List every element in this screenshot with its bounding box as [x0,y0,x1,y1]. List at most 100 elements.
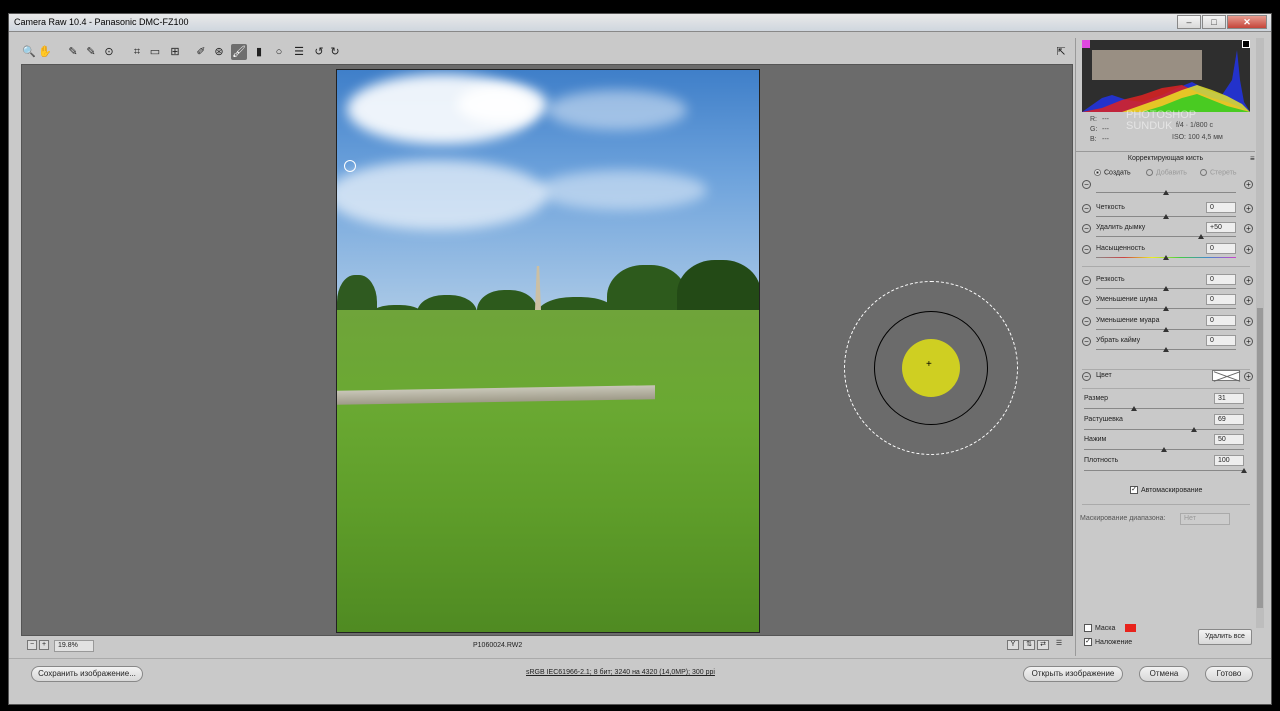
color-minus-icon[interactable]: − [1082,372,1091,381]
save-image-button[interactable]: Сохранить изображение... [31,666,143,682]
zoom-tool-icon[interactable]: 🔍 [21,44,37,60]
slider-value-input[interactable]: 0 [1206,202,1236,213]
slider-thumb[interactable] [1163,286,1169,291]
brush-slider-thumb[interactable] [1130,406,1137,411]
brush-slider-track[interactable] [1084,408,1244,409]
delete-all-button[interactable]: Удалить все [1198,629,1252,645]
mask-checkbox[interactable]: Маска [1084,624,1137,632]
workflow-options-link[interactable]: sRGB IEC61966-2.1; 8 бит; 3240 на 4320 (… [526,669,715,676]
done-button[interactable]: Готово [1205,666,1253,682]
slider-thumb[interactable] [1198,234,1204,239]
slider-thumb[interactable] [1163,255,1169,260]
white-balance-tool-icon[interactable]: ✎ [65,44,81,60]
mode-add-radio[interactable]: Добавить [1146,169,1187,176]
slider-thumb[interactable] [1163,327,1169,332]
brush-slider-track[interactable] [1084,470,1244,471]
slider-thumb[interactable] [1163,347,1169,352]
zoom-in-button[interactable]: + [39,640,49,650]
transform-tool-icon[interactable]: ⊞ [167,44,183,60]
brush-value-input[interactable]: 69 [1214,414,1244,425]
color-sampler-tool-icon[interactable]: ✎ [83,44,99,60]
slider-track[interactable] [1096,236,1236,237]
automask-checkbox[interactable]: ✓ Автомаскирование [1130,486,1202,494]
red-eye-tool-icon[interactable]: ⊛ [211,44,227,60]
graduated-filter-tool-icon[interactable]: ▮ [251,44,267,60]
increase-icon[interactable]: + [1244,204,1253,213]
slider-thumb[interactable] [1163,306,1169,311]
brush-slider-row: Растушевка 69 [1084,414,1250,434]
slider-thumb[interactable] [1163,190,1169,195]
cancel-button[interactable]: Отмена [1139,666,1189,682]
decrease-icon[interactable]: − [1082,180,1091,189]
title-bar: Camera Raw 10.4 - Panasonic DMC-FZ100 – … [9,14,1271,32]
slider-value-input[interactable]: 0 [1206,243,1236,254]
brush-slider-thumb[interactable] [1241,468,1247,473]
radial-filter-tool-icon[interactable]: ○ [271,44,287,60]
color-swatch[interactable] [1212,370,1240,381]
panel-scroll-thumb[interactable] [1257,308,1263,608]
decrease-icon[interactable]: − [1082,224,1091,233]
minimize-button[interactable]: – [1177,15,1201,29]
open-preferences-icon[interactable]: ⇱ [1053,44,1069,60]
highlight-clip-icon[interactable] [1242,40,1250,48]
maximize-button[interactable]: □ [1202,15,1226,29]
overlay-checkbox[interactable]: ✓ Наложение [1084,638,1132,646]
increase-icon[interactable]: + [1244,224,1253,233]
slider-label: Уменьшение муара [1096,317,1160,324]
slider-value-input[interactable]: 0 [1206,294,1236,305]
increase-icon[interactable]: + [1244,276,1253,285]
slider-value-input[interactable]: +50 [1206,222,1236,233]
slider-value-input[interactable]: 0 [1206,335,1236,346]
range-mask-select[interactable]: Нет [1180,513,1230,525]
decrease-icon[interactable]: − [1082,204,1091,213]
color-row: − Цвет + [1082,370,1253,390]
preview-settings-icon[interactable]: ☰ [1053,640,1065,650]
crop-tool-icon[interactable]: ⌗ [129,44,145,60]
zoom-level-select[interactable]: 19.8% [54,640,94,652]
increase-icon[interactable]: + [1244,180,1253,189]
increase-icon[interactable]: + [1244,317,1253,326]
close-button[interactable]: ✕ [1227,15,1267,29]
target-adjustment-tool-icon[interactable]: ⊙ [101,44,117,60]
mode-erase-radio[interactable]: Стереть [1200,169,1236,176]
decrease-icon[interactable]: − [1082,317,1091,326]
straighten-tool-icon[interactable]: ▭ [147,44,163,60]
rotate-left-tool-icon[interactable]: ↺ [311,44,327,60]
preview-canvas[interactable] [21,64,1073,636]
rotate-right-tool-icon[interactable]: ↻ [327,44,343,60]
decrease-icon[interactable]: − [1082,276,1091,285]
before-after-icon[interactable]: Y [1007,640,1019,650]
brush-value-input[interactable]: 100 [1214,455,1244,466]
decrease-icon[interactable]: − [1082,296,1091,305]
decrease-icon[interactable]: − [1082,245,1091,254]
slider-thumb[interactable] [1163,214,1169,219]
swap-settings-icon[interactable]: ⇅ [1023,640,1035,650]
brush-slider-thumb[interactable] [1191,427,1198,432]
panel-scrollbar[interactable] [1256,38,1264,628]
adjustment-brush-tool-icon[interactable]: 🖌 [231,44,247,60]
shadow-clip-icon[interactable] [1082,40,1090,48]
mask-color-swatch[interactable] [1125,624,1137,632]
open-image-button[interactable]: Открыть изображение [1023,666,1123,682]
copy-settings-icon[interactable]: ⇄ [1037,640,1049,650]
increase-icon[interactable]: + [1244,337,1253,346]
brush-slider-thumb[interactable] [1161,447,1167,452]
hand-tool-icon[interactable]: ✋ [37,44,53,60]
mode-create-radio[interactable]: Создать [1094,169,1131,176]
slider-value-input[interactable]: 0 [1206,315,1236,326]
increase-icon[interactable]: + [1244,245,1253,254]
decrease-icon[interactable]: − [1082,337,1091,346]
slider-value-input[interactable]: 0 [1206,274,1236,285]
zoom-out-button[interactable]: − [27,640,37,650]
photo-preview[interactable] [336,69,760,633]
brush-value-input[interactable]: 50 [1214,434,1244,445]
spot-removal-tool-icon[interactable]: ✐ [193,44,209,60]
brush-slider-label: Размер [1084,395,1109,402]
brush-slider-track[interactable] [1084,429,1244,430]
increase-icon[interactable]: + [1244,296,1253,305]
brush-pin-icon[interactable] [902,339,960,397]
panel-menu-icon[interactable]: ≡ [1250,154,1255,163]
brush-value-input[interactable]: 31 [1214,393,1244,404]
preferences-tool-icon[interactable]: ☰ [291,44,307,60]
color-plus-icon[interactable]: + [1244,372,1253,381]
